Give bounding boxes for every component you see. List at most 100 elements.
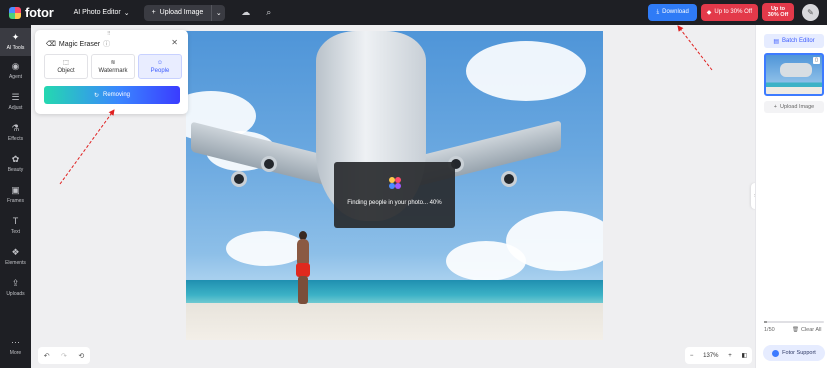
fotor-support-label: Fotor Support [782, 350, 816, 356]
zoom-controls: − 137% + ◧ [685, 347, 752, 364]
sidebar-item-label: Frames [7, 198, 24, 204]
sidebar-item-beauty[interactable]: ✿ Beauty [0, 154, 31, 173]
logo-mark-icon [9, 6, 21, 19]
editor-menu-dropdown[interactable]: AI Photo Editor ⌄ [74, 9, 130, 17]
fotor-logo[interactable]: fotor [9, 5, 54, 20]
watermark-icon: ≋ [110, 60, 116, 66]
search-icon[interactable]: ⌕ [266, 7, 271, 18]
zoom-in-icon[interactable]: + [728, 353, 732, 359]
clear-all-label: Clear All [800, 327, 822, 333]
agent-icon: ◉ [11, 61, 20, 71]
photo-canvas[interactable]: Finding people in your photo... 40% [186, 31, 603, 340]
avatar[interactable]: ✎ [802, 3, 819, 21]
upload-image-small-label: Upload Image [779, 104, 815, 110]
promo-button[interactable]: ◆ Up to 30% Off [700, 3, 758, 21]
elements-icon: ❖ [11, 247, 20, 257]
batch-icon: ▤ [773, 38, 779, 45]
sidebar-item-effects[interactable]: ⚗ Effects [0, 123, 31, 142]
zoom-out-icon[interactable]: − [690, 353, 694, 359]
upload-image-small-button[interactable]: + Upload Image [764, 101, 824, 113]
promo-badge-line2: 30% Off [767, 12, 789, 18]
batch-editor-label: Batch Editor [781, 38, 815, 44]
history-controls: ↶ ↷ ⟲ [38, 347, 90, 364]
image-thumbnail[interactable]: ▯ [764, 53, 824, 96]
tool-object-button[interactable]: ⬚ Object [44, 54, 88, 79]
clear-all-button[interactable]: 🗑 Clear All [792, 327, 821, 333]
sidebar-item-label: Adjust [8, 105, 23, 111]
sidebar-item-label: Text [10, 229, 21, 235]
redo-icon[interactable]: ↷ [61, 352, 67, 360]
tool-row: ⬚ Object ≋ Watermark ☺ People [44, 54, 182, 79]
sidebar-item-label: Effects [7, 136, 24, 142]
sidebar-item-uploads[interactable]: ⇪ Uploads [0, 278, 31, 297]
magic-eraser-panel: ⠿ ⌫ Magic Eraser ⓘ ✕ ⬚ Object ≋ Watermar… [35, 30, 188, 114]
sidebar-item-elements[interactable]: ❖ Elements [0, 247, 31, 266]
right-panel: ▤ Batch Editor ▯ + Upload Image 1/50 🗑 C… [755, 25, 827, 368]
editor-menu-label: AI Photo Editor [73, 9, 121, 16]
sidebar-item-label: More [9, 350, 22, 356]
panel-title: ⌫ Magic Eraser ⓘ [46, 39, 110, 49]
left-sidebar: ✦ AI Tools ◉ Agent ☰ Adjust ⚗ Effects ✿ … [0, 25, 31, 368]
effects-icon: ⚗ [11, 123, 20, 133]
removing-button[interactable]: ↻ Removing [44, 86, 180, 104]
tool-watermark-button[interactable]: ≋ Watermark [91, 54, 135, 79]
photo-cloud [446, 241, 526, 281]
plus-icon: + [773, 104, 777, 110]
sidebar-item-text[interactable]: T Text [0, 216, 31, 235]
sparkle-icon: ✦ [11, 32, 20, 42]
tool-label: People [150, 67, 170, 74]
eraser-icon: ⌫ [46, 41, 56, 48]
delete-icon[interactable]: ▯ [813, 57, 820, 64]
zoom-value[interactable]: 137% [703, 353, 718, 359]
photo-engine [261, 156, 277, 172]
sidebar-item-adjust[interactable]: ☰ Adjust [0, 92, 31, 111]
beauty-icon: ✿ [11, 154, 20, 164]
top-right-actions: ⤓ Download ◆ Up to 30% Off Up to 30% Off … [648, 3, 819, 21]
reset-icon[interactable]: ⟲ [78, 352, 84, 360]
sidebar-item-label: Uploads [6, 291, 25, 297]
object-icon: ⬚ [63, 60, 69, 66]
gem-icon: ◆ [706, 9, 712, 16]
photo-sea [186, 280, 603, 305]
loading-dots-icon [389, 177, 401, 189]
tool-label: Watermark [98, 68, 128, 74]
undo-icon[interactable]: ↶ [44, 352, 50, 360]
cloud-upload-icon: ⇪ [11, 278, 20, 288]
sidebar-item-more[interactable]: ⋯ More [0, 337, 31, 356]
image-count-bar [764, 321, 824, 323]
cloud-icon[interactable]: ☁ [241, 7, 250, 18]
progress-overlay: Finding people in your photo... 40% [334, 162, 455, 228]
drag-handle-icon[interactable]: ⠿ [107, 31, 111, 37]
photo-cloud [226, 231, 306, 266]
batch-editor-button[interactable]: ▤ Batch Editor [764, 34, 824, 48]
frame-icon: ▣ [11, 185, 20, 195]
text-icon: T [12, 216, 19, 226]
sidebar-item-agent[interactable]: ◉ Agent [0, 61, 31, 80]
upload-options-button[interactable]: ⌄ [211, 4, 225, 21]
compare-icon[interactable]: ◧ [741, 352, 747, 359]
photo-engine [231, 171, 247, 187]
help-icon[interactable]: ⓘ [103, 39, 110, 49]
photo-wing-left [191, 121, 331, 187]
plus-icon: + [151, 9, 156, 16]
upload-group: + Upload Image ⌄ [143, 4, 226, 21]
tool-people-button[interactable]: ☺ People [138, 54, 182, 79]
download-label: Download [662, 9, 689, 15]
panel-title-label: Magic Eraser [58, 40, 101, 48]
top-bar: fotor AI Photo Editor ⌄ + Upload Image ⌄… [0, 0, 827, 25]
download-icon: ⤓ [656, 8, 660, 15]
sidebar-item-ai-tools[interactable]: ✦ AI Tools [0, 28, 31, 56]
upload-image-label: Upload Image [159, 9, 204, 16]
support-icon [772, 349, 780, 357]
close-icon[interactable]: ✕ [171, 38, 178, 47]
fotor-support-button[interactable]: Fotor Support [763, 345, 825, 361]
upload-image-button[interactable]: + Upload Image [144, 5, 212, 21]
logo-text: fotor [25, 5, 54, 20]
photo-sand [186, 303, 603, 340]
download-button[interactable]: ⤓ Download [648, 3, 697, 21]
thumbnail-airplane [780, 63, 812, 77]
promo-badge-button[interactable]: Up to 30% Off [762, 3, 794, 21]
loading-icon: ↻ [93, 92, 99, 99]
sidebar-item-label: Agent [8, 74, 23, 80]
sidebar-item-frames[interactable]: ▣ Frames [0, 185, 31, 204]
